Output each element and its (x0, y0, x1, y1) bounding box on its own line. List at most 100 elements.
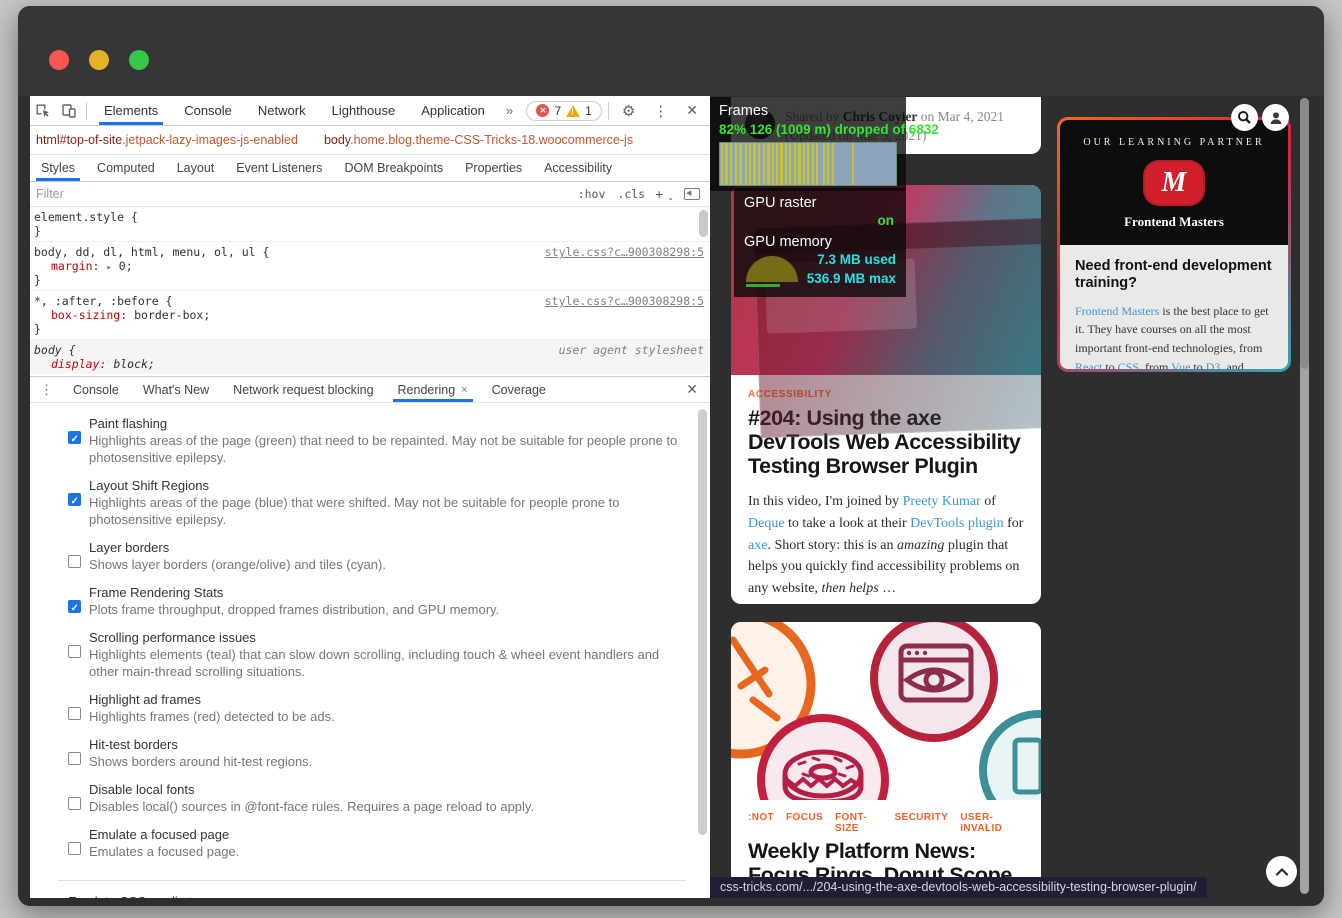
frames-label: Frames (719, 103, 897, 119)
tab-lighthouse[interactable]: Lighthouse (319, 96, 409, 125)
link-deque[interactable]: Deque (748, 516, 785, 531)
tab-network[interactable]: Network (245, 96, 319, 125)
tab-console[interactable]: Console (171, 96, 245, 125)
tag-link[interactable]: FONT-SIZE (835, 812, 882, 834)
drawer-tab-console[interactable]: Console (61, 377, 131, 402)
tab-layout[interactable]: Layout (166, 155, 226, 181)
link-css[interactable]: CSS (1118, 360, 1139, 369)
inspect-element-icon[interactable] (30, 99, 56, 123)
more-tabs-icon[interactable]: » (498, 103, 521, 118)
tag-link[interactable]: SECURITY (894, 812, 948, 834)
close-tab-icon[interactable]: × (461, 384, 467, 396)
warning-icon: ! (566, 105, 580, 117)
tag-link[interactable]: FOCUS (786, 812, 823, 834)
drawer-tab-rendering[interactable]: Rendering× (386, 377, 480, 402)
tab-accessibility[interactable]: Accessibility (533, 155, 623, 181)
layer-borders-checkbox[interactable] (68, 555, 81, 568)
link-vue[interactable]: Vue (1171, 360, 1190, 369)
article-excerpt: In this video, I'm joined by Preety Kuma… (748, 491, 1024, 599)
article-featured-image[interactable] (731, 622, 1041, 800)
rendering-option-local-fonts: Disable local fonts Disables local() sou… (68, 781, 686, 815)
article-tags-row: :NOT FOCUS FONT-SIZE SECURITY USER-INVAL… (748, 812, 1024, 834)
link-react[interactable]: React (1075, 360, 1102, 369)
account-button[interactable] (1262, 104, 1289, 131)
search-icon (1237, 110, 1252, 125)
gpu-raster-value: on (744, 213, 894, 228)
frontend-masters-logo[interactable]: M (1145, 162, 1203, 204)
tab-event-listeners[interactable]: Event Listeners (225, 155, 333, 181)
learning-partner-card[interactable]: OUR LEARNING PARTNER M Frontend Masters … (1057, 117, 1291, 372)
frame-rendering-stats-overlay: Frames 82% 126 (1009 m) dropped of 6832 (710, 97, 906, 191)
drawer-tab-whats-new[interactable]: What's New (131, 377, 221, 402)
page-scrollbar[interactable] (1300, 98, 1309, 894)
stylesheet-link[interactable]: style.css?c…900308298:5 (545, 245, 704, 259)
scroll-to-top-button[interactable] (1266, 856, 1297, 887)
link-frontend-masters[interactable]: Frontend Masters (1075, 304, 1159, 318)
tag-link[interactable]: :NOT (748, 812, 774, 834)
console-status-badge[interactable]: ✕ 7 ! 1 (526, 101, 601, 121)
disable-local-fonts-checkbox[interactable] (68, 797, 81, 810)
link-axe[interactable]: axe (748, 538, 767, 553)
drawer-menu-icon[interactable]: ⋮ (30, 382, 61, 398)
devtools-panel: Elements Console Network Lighthouse Appl… (30, 96, 710, 898)
search-button[interactable] (1231, 104, 1258, 131)
tab-computed[interactable]: Computed (86, 155, 166, 181)
scrolling-performance-checkbox[interactable] (68, 645, 81, 658)
page-viewport: Shared by Chris Coyier on Mar 4, 2021 (U… (710, 96, 1324, 898)
error-count: 7 (554, 104, 561, 118)
drawer-tab-network-request-blocking[interactable]: Network request blocking (221, 377, 385, 402)
tab-application[interactable]: Application (408, 96, 498, 125)
css-rule-margin-reset[interactable]: body, dd, dl, html, menu, ol, ul { style… (30, 242, 710, 291)
styles-filter-bar: :hov .cls + ⌄ (30, 182, 710, 207)
new-style-rule-button[interactable]: + (655, 186, 663, 202)
rendering-option-hit-test: Hit-test borders Shows borders around hi… (68, 736, 686, 770)
expand-arrow-icon[interactable]: ▸ (106, 263, 111, 273)
link-d3[interactable]: D3 (1206, 360, 1221, 369)
devtools-close-icon[interactable]: ✕ (677, 102, 710, 119)
emulate-focused-page-checkbox[interactable] (68, 842, 81, 855)
styles-pane: element.style { } body, dd, dl, html, me… (30, 207, 710, 376)
link-devtools-plugin[interactable]: DevTools plugin (910, 516, 1004, 531)
chevron-up-icon (1275, 867, 1289, 876)
breadcrumb-html[interactable]: html#top-of-site.jetpack-lazy-images-js-… (36, 133, 298, 147)
tab-properties[interactable]: Properties (454, 155, 533, 181)
close-window-button[interactable] (49, 50, 69, 70)
tab-dom-breakpoints[interactable]: DOM Breakpoints (333, 155, 454, 181)
styles-scrollbar[interactable] (699, 210, 708, 237)
devtools-menu-icon[interactable]: ⋮ (644, 102, 677, 120)
drawer-tab-coverage[interactable]: Coverage (480, 377, 558, 402)
device-toolbar-icon[interactable] (56, 99, 82, 123)
layout-shift-checkbox[interactable] (68, 493, 81, 506)
zoom-window-button[interactable] (129, 50, 149, 70)
gpu-stats-overlay: GPU raster on GPU memory 7.3 MB used 536… (734, 188, 906, 297)
drawer-close-icon[interactable]: ✕ (674, 381, 710, 398)
paint-flashing-checkbox[interactable] (68, 431, 81, 444)
styles-filter-input[interactable] (36, 187, 572, 201)
toggle-sidebar-icon[interactable] (684, 188, 700, 200)
settings-gear-icon[interactable]: ⚙ (613, 102, 644, 120)
article-card-weekly-news[interactable]: :NOT FOCUS FONT-SIZE SECURITY USER-INVAL… (731, 622, 1041, 898)
drawer-scrollbar[interactable] (698, 409, 707, 835)
tab-elements[interactable]: Elements (91, 96, 171, 125)
rendering-option-ad-frames: Highlight ad frames Highlights frames (r… (68, 691, 686, 725)
partner-text: Frontend Masters is the best place to ge… (1075, 302, 1273, 369)
breadcrumb-body[interactable]: body.home.blog.theme-CSS-Tricks-18.wooco… (324, 133, 633, 147)
dom-breadcrumb-bar: html#top-of-site.jetpack-lazy-images-js-… (30, 126, 710, 155)
css-rule-element-style[interactable]: element.style { } (30, 207, 710, 242)
tag-link[interactable]: USER-INVALID (960, 812, 1024, 834)
rendering-option-scrolling-perf: Scrolling performance issues Highlights … (68, 629, 686, 680)
frame-rendering-stats-checkbox[interactable] (68, 600, 81, 613)
css-rule-user-agent-body[interactable]: body { user agent stylesheet display: bl… (30, 340, 710, 374)
link-preety-kumar[interactable]: Preety Kumar (903, 494, 981, 509)
toggle-class-button[interactable]: .cls (617, 187, 645, 201)
highlight-ad-frames-checkbox[interactable] (68, 707, 81, 720)
css-rule-box-sizing[interactable]: *, :after, :before { style.css?c…9003082… (30, 291, 710, 340)
tab-styles[interactable]: Styles (30, 155, 86, 181)
account-icon (1268, 110, 1284, 126)
hit-test-borders-checkbox[interactable] (68, 752, 81, 765)
stylesheet-link[interactable]: style.css?c…900308298:5 (545, 294, 704, 308)
new-style-rule-caret-icon[interactable]: ⌄ (667, 193, 674, 206)
donut-icon (761, 718, 885, 800)
minimize-window-button[interactable] (89, 50, 109, 70)
toggle-hover-state-button[interactable]: :hov (578, 187, 606, 201)
